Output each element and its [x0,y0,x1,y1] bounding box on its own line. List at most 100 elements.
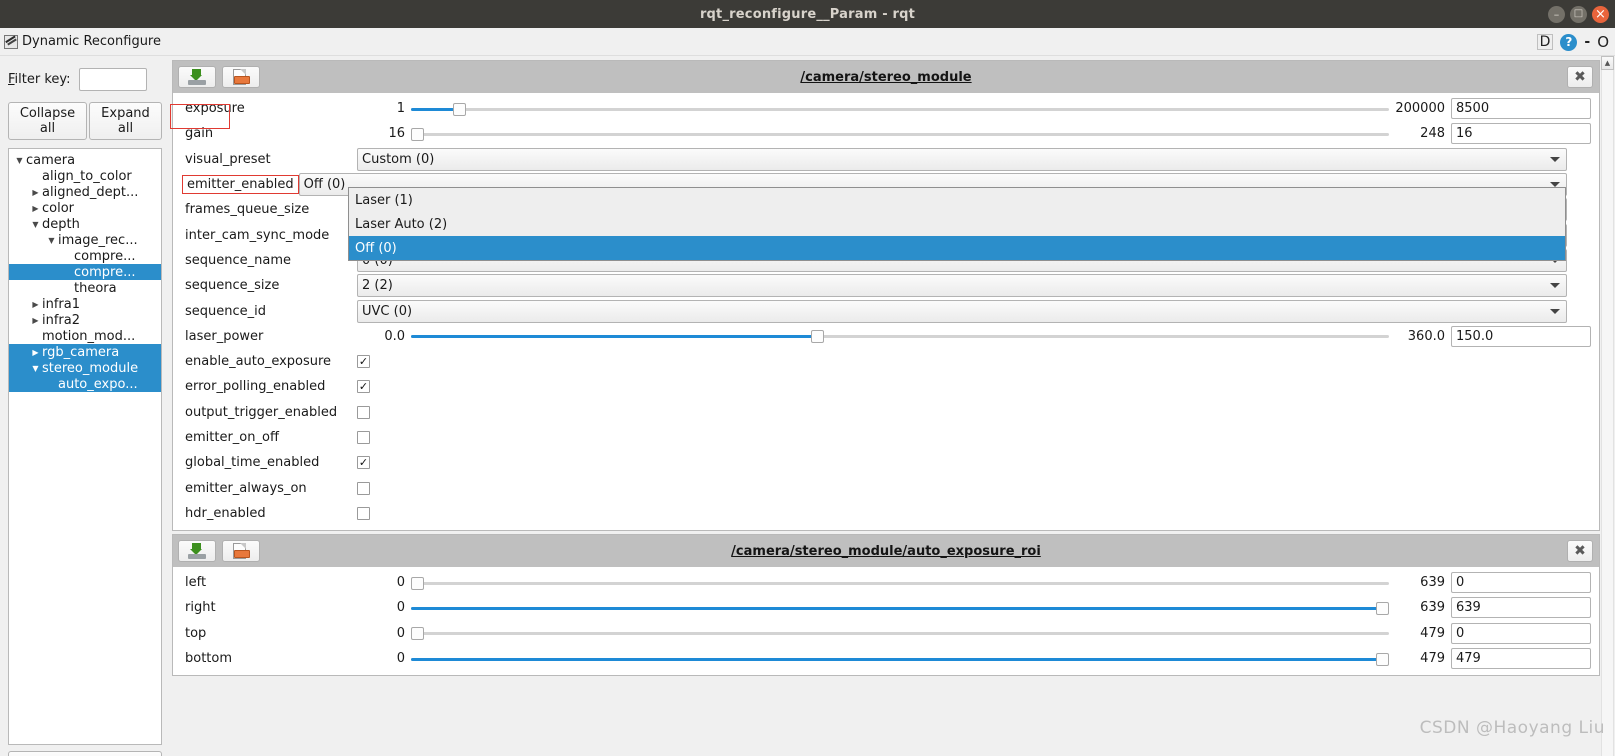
tree-item[interactable]: depth [9,216,161,232]
chevron-down-icon[interactable] [1550,156,1560,162]
plugin-close-icon[interactable]: O [1597,33,1609,51]
group-title: /camera/stereo_module [800,69,972,85]
tree-item[interactable]: stereo_module [9,360,161,376]
window-controls [1548,0,1609,28]
plugin-minimize-icon[interactable]: - [1584,34,1590,50]
tree-expander-icon[interactable] [45,236,58,245]
group-close-button[interactable]: ✖ [1567,66,1593,88]
tree-item-label: compre... [74,264,136,280]
slider-fill [411,107,455,111]
tree-expander-icon[interactable] [13,156,26,165]
param-value-input[interactable] [1451,98,1591,120]
minimize-button[interactable] [1548,5,1565,23]
slider-handle[interactable] [411,627,424,641]
param-group: /camera/stereo_module/auto_exposure_roi ✖… [172,534,1600,677]
param-checkbox[interactable]: ✓ [357,456,370,470]
tree-expander-icon[interactable] [29,188,42,197]
slider-min-label: 0 [396,625,405,641]
tree-item[interactable]: rgb_camera [9,344,161,360]
param-slider[interactable] [411,598,1389,618]
dropdown-item[interactable]: Laser Auto (2) [349,212,1565,236]
tree-item[interactable]: auto_expo... [9,376,161,392]
tree-expander-icon[interactable] [29,364,42,373]
parameter-tree[interactable]: cameraalign_to_coloraligned_dept...color… [8,148,162,745]
slider-handle[interactable] [811,330,825,344]
tree-item-label: color [42,200,75,216]
param-combobox[interactable]: Custom (0) [357,147,1567,171]
dropdown-item[interactable]: Laser (1) [349,188,1565,212]
param-slider[interactable] [411,573,1389,593]
tree-expander-icon[interactable] [29,300,42,309]
param-label: emitter_enabled [182,175,299,195]
filter-key-input[interactable] [78,68,147,91]
tree-expander-icon[interactable] [29,348,42,357]
group-close-button[interactable]: ✖ [1567,540,1593,563]
scrollbar-track[interactable] [1601,70,1614,756]
param-slider[interactable] [411,623,1389,643]
param-checkbox[interactable]: ✓ [357,380,370,394]
tree-item[interactable]: color [9,200,161,216]
slider-handle[interactable] [1376,652,1389,666]
param-slider[interactable] [411,99,1389,119]
tree-item[interactable]: align_to_color [9,168,161,184]
refresh-button[interactable]: Refresh [8,751,162,756]
param-label: bottom [185,651,233,667]
param-checkbox[interactable] [357,481,370,495]
param-checkbox[interactable] [357,405,370,419]
maximize-button[interactable] [1570,5,1587,23]
slider-handle[interactable] [411,127,424,141]
scroll-up-arrow[interactable]: ▲ [1601,56,1614,70]
close-button[interactable] [1592,5,1609,23]
param-value-input[interactable] [1451,597,1591,619]
param-slider[interactable] [411,124,1389,144]
slider-handle[interactable] [1376,601,1389,615]
slider-handle[interactable] [411,576,424,590]
tree-item[interactable]: motion_mod... [9,328,161,344]
tree-item[interactable]: compre... [9,264,161,280]
tree-item[interactable]: infra1 [9,296,161,312]
param-checkbox[interactable]: ✓ [357,355,370,369]
save-config-button[interactable] [178,540,216,563]
param-row: output_trigger_enabled [173,400,1599,425]
main-scrollbar[interactable]: ▲ ▼ [1600,56,1615,756]
content-area: /camera/stereo_module ✖ exposure 1 200000 gai… [170,56,1600,756]
param-value-input[interactable] [1451,648,1591,670]
param-slider[interactable] [411,649,1389,669]
combobox-value: Custom (0) [362,151,435,167]
param-checkbox[interactable] [357,431,370,444]
tree-item[interactable]: aligned_dept... [9,184,161,200]
param-combobox[interactable]: UVC (0) [357,299,1567,323]
tree-item[interactable]: image_rec... [9,232,161,248]
tree-expander-icon[interactable] [29,204,42,213]
tree-item[interactable]: compre... [9,248,161,264]
param-combobox[interactable]: 2 (2) [357,274,1567,298]
chevron-down-icon[interactable] [1550,308,1560,314]
param-value-input[interactable] [1451,572,1591,594]
tree-item[interactable]: theora [9,280,161,296]
slider-handle[interactable] [453,102,467,116]
tree-expander-icon[interactable] [29,220,42,229]
param-value-input[interactable] [1451,325,1591,347]
param-value-input[interactable] [1451,622,1591,644]
expand-all-button[interactable]: Expand all [88,102,162,140]
param-value-input[interactable] [1451,123,1591,145]
load-config-button[interactable] [222,66,260,88]
tree-item[interactable]: camera [9,152,161,168]
param-label: emitter_always_on [185,480,307,496]
help-icon[interactable]: ? [1560,33,1578,51]
dropdown-item[interactable]: Off (0) [349,236,1565,260]
param-slider[interactable] [411,326,1389,346]
folder-open-icon [232,543,250,560]
collapse-all-button[interactable]: Collapse all [8,102,87,140]
dock-icon[interactable]: D [1536,34,1554,50]
param-group: /camera/stereo_module ✖ exposure 1 200000 gai… [172,60,1600,532]
tree-item[interactable]: infra2 [9,312,161,328]
save-config-button[interactable] [178,66,216,88]
tree-expander-icon[interactable] [29,316,42,325]
load-config-button[interactable] [222,540,260,563]
chevron-down-icon[interactable] [1550,283,1560,289]
param-checkbox[interactable] [357,506,370,520]
slider-min-label: 0 [396,600,405,616]
emitter-enabled-dropdown-popup[interactable]: Laser (1) Laser Auto (2) Off (0) [348,187,1566,261]
combobox-value: Off (0) [303,177,346,193]
